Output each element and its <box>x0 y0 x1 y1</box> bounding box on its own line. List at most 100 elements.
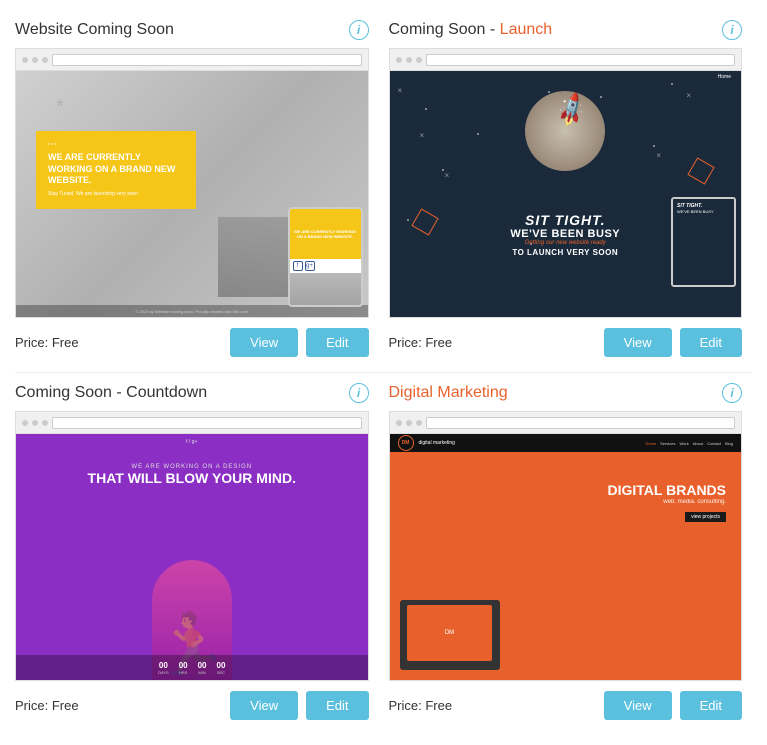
star-8 <box>548 91 550 93</box>
browser-dot-11 <box>406 420 412 426</box>
asterisk-1: * <box>56 96 64 119</box>
edit-button-4[interactable]: Edit <box>680 691 742 720</box>
tablet-social: f g+ <box>290 259 361 273</box>
browser-dot-4 <box>396 57 402 63</box>
preview-2-main: Home 🚀 × × × × × SIT TIGHT. WE'VE BEEN B… <box>390 71 742 317</box>
card-header-4: Digital Marketing i <box>389 383 743 403</box>
view-button-4[interactable]: View <box>604 691 672 720</box>
yellow-sub-text: Stay Tuned. We are launching very soon <box>48 191 184 197</box>
preview-3-main: f / g+ WE ARE WORKING ON A DESIGN THAT W… <box>16 434 368 680</box>
price-label-3: Price: Free <box>15 698 222 713</box>
dm-menu-work: Work <box>679 441 688 446</box>
edit-button-1[interactable]: Edit <box>306 328 368 357</box>
browser-dot-8 <box>32 420 38 426</box>
dm-brand: digital marketing <box>419 440 455 446</box>
laptop-image: DM <box>400 600 500 670</box>
count-label-days: DAYS <box>158 670 169 675</box>
info-icon-4[interactable]: i <box>722 383 742 403</box>
browser-dot-7 <box>22 420 28 426</box>
browser-url-1 <box>52 54 362 66</box>
digital-brands-text: DIGITAL BRANDS web. media. consulting. v… <box>608 482 726 523</box>
browser-bar-4 <box>390 412 742 434</box>
x-mark-5: × <box>656 151 661 160</box>
card-title-1: Website Coming Soon <box>15 21 174 39</box>
count-num-min: 00 <box>198 661 207 670</box>
browser-url-4 <box>426 417 736 429</box>
count-min: 00 MIN <box>198 661 207 675</box>
card-title-3: Coming Soon - Countdown <box>15 384 207 402</box>
count-days: 00 DAYS <box>158 661 169 675</box>
browser-dot-10 <box>396 420 402 426</box>
preview-1-main: * * * * WE ARE CURRENTLY WORKING ON A BR… <box>16 71 368 317</box>
browser-dot-3 <box>42 57 48 63</box>
dm-nav: DM digital marketing Home Services Work … <box>390 434 742 452</box>
facebook-icon: f <box>293 261 303 271</box>
count-num-days: 00 <box>158 661 169 670</box>
browser-bar-1 <box>16 49 368 71</box>
card-header-2: Coming Soon - Launch i <box>389 20 743 40</box>
footer-text-1: © 2023 by Website coming soon. Proudly c… <box>136 309 248 314</box>
x-mark-3: × <box>445 171 450 180</box>
social-bar-3: f / g+ <box>16 439 368 445</box>
preview-3: f / g+ WE ARE WORKING ON A DESIGN THAT W… <box>15 411 369 681</box>
tablet-1: WE ARE CURRENTLY WORKING ON A BRAND NEW … <box>288 207 363 307</box>
browser-dot-2 <box>32 57 38 63</box>
tablet-right: SIT TIGHT. WE'VE BEEN BUSY <box>671 197 736 287</box>
card-title-2-prefix: Coming Soon - <box>389 21 500 38</box>
dm-menu-about: About <box>693 441 703 446</box>
browser-dot-5 <box>406 57 412 63</box>
browser-bar-2 <box>390 49 742 71</box>
browser-url-3 <box>52 417 362 429</box>
tablet-people <box>290 273 361 307</box>
countdown-bar: 00 DAYS 00 HRS 00 MIN 00 SEC <box>16 655 368 680</box>
sit-text: SIT TIGHT. <box>485 212 645 228</box>
view-projects-btn: view projects <box>685 512 726 522</box>
edit-button-3[interactable]: Edit <box>306 691 368 720</box>
card-actions-1: Price: Free View Edit <box>15 328 369 357</box>
dm-menu: Home Services Work About Contact Blog <box>645 441 733 446</box>
tablet-right-sub: WE'VE BEEN BUSY <box>677 209 730 214</box>
info-icon-1[interactable]: i <box>349 20 369 40</box>
googleplus-icon: g+ <box>305 261 315 271</box>
card-website-coming-soon: Website Coming Soon i * * * * WE ARE CUR… <box>10 10 384 372</box>
price-label-2: Price: Free <box>389 335 596 350</box>
dm-menu-home: Home <box>645 441 656 446</box>
card-title-2-orange: Launch <box>500 21 553 38</box>
price-label-4: Price: Free <box>389 698 596 713</box>
card-title-4: Digital Marketing <box>389 384 508 402</box>
card-header-3: Coming Soon - Countdown i <box>15 383 369 403</box>
preview-4-main: DM digital marketing Home Services Work … <box>390 434 742 680</box>
busy-text: WE'VE BEEN BUSY <box>485 228 645 240</box>
card-coming-soon-launch: Coming Soon - Launch i <box>384 10 758 372</box>
nav-bar-2: Home <box>718 74 731 80</box>
dm-menu-services: Services <box>660 441 675 446</box>
view-button-2[interactable]: View <box>604 328 672 357</box>
info-icon-2[interactable]: i <box>722 20 742 40</box>
star-2 <box>477 133 479 135</box>
count-num-hrs: 00 <box>179 661 188 670</box>
browser-dot-9 <box>42 420 48 426</box>
tablet-right-inner: SIT TIGHT. WE'VE BEEN BUSY <box>673 199 734 285</box>
browser-bar-3 <box>16 412 368 434</box>
yellow-big-text: WE ARE CURRENTLY WORKING ON A BRAND NEW … <box>48 152 184 187</box>
working-big-3: THAT WILL BLOW YOUR MIND. <box>36 470 348 487</box>
template-grid: Website Coming Soon i * * * * WE ARE CUR… <box>0 0 767 745</box>
browser-dot-12 <box>416 420 422 426</box>
view-button-1[interactable]: View <box>230 328 298 357</box>
card-digital-marketing: Digital Marketing i DM digital marketing… <box>384 373 758 735</box>
star-1 <box>425 108 427 110</box>
browser-dot-6 <box>416 57 422 63</box>
view-button-3[interactable]: View <box>230 691 298 720</box>
card-coming-soon-countdown: Coming Soon - Countdown i f / g+ WE ARE … <box>10 373 384 735</box>
count-label-hrs: HRS <box>179 670 188 675</box>
yellow-small-text: * * * <box>48 143 184 149</box>
info-icon-3[interactable]: i <box>349 383 369 403</box>
tablet-inner-1: WE ARE CURRENTLY WORKING ON A BRAND NEW … <box>290 209 361 259</box>
star-5 <box>671 83 673 85</box>
card-title-2: Coming Soon - Launch <box>389 21 553 39</box>
laptop-screen: DM <box>407 605 492 661</box>
browser-dot-1 <box>22 57 28 63</box>
card-header-1: Website Coming Soon i <box>15 20 369 40</box>
price-label-1: Price: Free <box>15 335 222 350</box>
edit-button-2[interactable]: Edit <box>680 328 742 357</box>
